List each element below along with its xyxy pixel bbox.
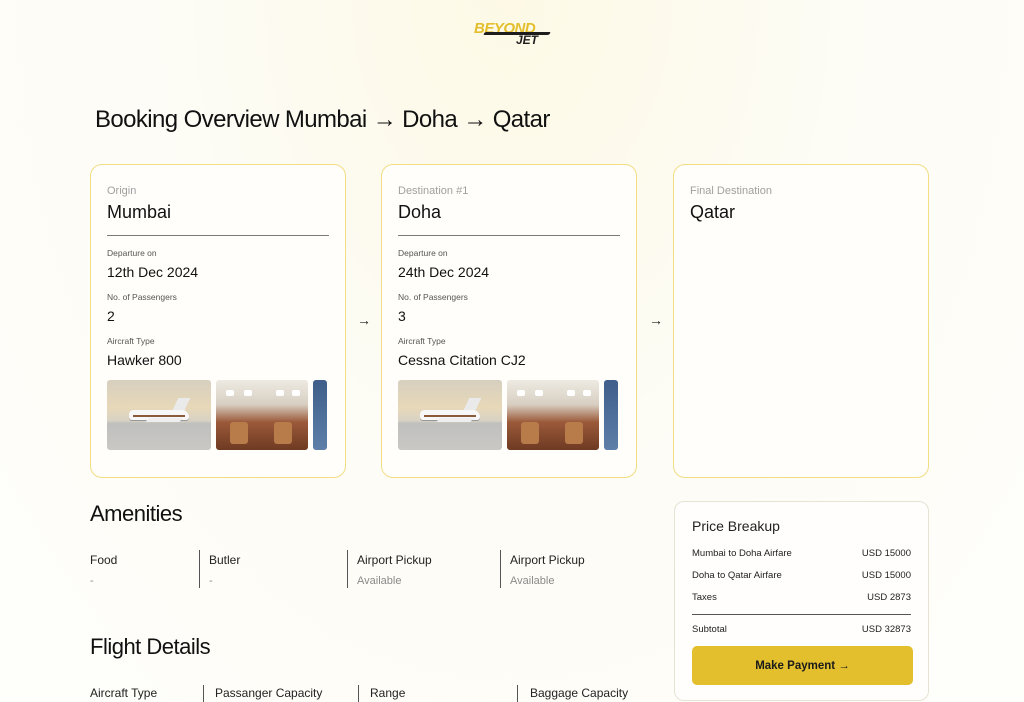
amenity-item: Butler - — [209, 550, 240, 590]
brand-line2: JET — [516, 33, 539, 47]
subtotal-row: Subtotal USD 32873 — [692, 614, 911, 635]
divider — [500, 550, 501, 588]
amenity-name: Airport Pickup — [510, 553, 585, 567]
aircraft-extra-image[interactable] — [604, 380, 618, 450]
aircraft-label: Aircraft Type — [107, 336, 155, 346]
amenity-value: Available — [357, 575, 402, 587]
passengers-count: 3 — [398, 308, 406, 324]
make-payment-button[interactable]: Make Payment → — [692, 646, 913, 685]
flight-detail-header: Aircraft Type — [90, 686, 158, 700]
arrow-right-icon: → — [649, 312, 663, 328]
aircraft-exterior-image[interactable] — [398, 380, 502, 450]
amenity-value: Available — [510, 575, 555, 587]
aircraft-extra-image[interactable] — [313, 380, 327, 450]
flight-detail-header: Range — [370, 686, 406, 700]
aircraft-label: Aircraft Type — [398, 336, 446, 346]
divider — [199, 550, 200, 588]
passengers-count: 2 — [107, 308, 115, 324]
leg-label: Destination #1 — [398, 185, 469, 197]
leg-city: Qatar — [690, 202, 736, 222]
leg-city: Doha — [398, 202, 620, 236]
page-title: Booking Overview Mumbai → Doha → Qatar — [95, 106, 550, 133]
departure-label: Departure on — [398, 248, 448, 258]
divider — [203, 685, 204, 702]
leg-city: Mumbai — [107, 202, 329, 236]
price-breakup-card: Price Breakup Mumbai to Doha Airfare USD… — [674, 501, 929, 701]
aircraft-cabin-image[interactable] — [507, 380, 599, 450]
amenity-name: Butler — [209, 553, 241, 567]
price-row-label: Mumbai to Doha Airfare — [692, 548, 792, 559]
passengers-label: No. of Passengers — [398, 292, 468, 302]
leg-label: Origin — [107, 185, 137, 197]
leg-card-destination-1: Destination #1 Doha Departure on 24th De… — [381, 164, 637, 478]
flight-detail-header: Baggage Capacity — [530, 686, 629, 700]
flight-details-title: Flight Details — [90, 634, 211, 659]
amenity-value: - — [209, 575, 213, 587]
brand-logo[interactable]: BEYOND JET — [470, 18, 554, 48]
amenity-item: Airport Pickup Available — [510, 550, 585, 590]
aircraft-gallery[interactable] — [107, 380, 329, 450]
aircraft-exterior-image[interactable] — [107, 380, 211, 450]
price-row-amount: USD 15000 — [861, 570, 911, 581]
subtotal-amount: USD 32873 — [861, 624, 911, 635]
departure-date: 12th Dec 2024 — [107, 264, 199, 280]
flight-detail-header: Passanger Capacity — [215, 686, 323, 700]
price-row: Doha to Qatar Airfare USD 15000 — [692, 570, 911, 581]
aircraft-type: Hawker 800 — [107, 352, 182, 368]
arrow-right-icon: → — [357, 312, 371, 328]
leg-card-origin: Origin Mumbai Departure on 12th Dec 2024… — [90, 164, 346, 478]
divider — [358, 685, 359, 702]
price-row-amount: USD 2873 — [867, 592, 911, 603]
price-row: Mumbai to Doha Airfare USD 15000 — [692, 548, 911, 559]
price-row-label: Doha to Qatar Airfare — [692, 570, 782, 581]
amenity-item: Airport Pickup Available — [357, 550, 432, 590]
amenity-value: - — [90, 575, 94, 587]
aircraft-type: Cessna Citation CJ2 — [398, 352, 526, 368]
amenities-title: Amenities — [90, 501, 183, 526]
amenity-name: Food — [90, 553, 118, 567]
passengers-label: No. of Passengers — [107, 292, 177, 302]
leg-card-final-destination: Final Destination Qatar — [673, 164, 929, 478]
aircraft-gallery[interactable] — [398, 380, 620, 450]
divider — [517, 685, 518, 702]
departure-date: 24th Dec 2024 — [398, 264, 490, 280]
price-row: Taxes USD 2873 — [692, 592, 911, 603]
price-row-amount: USD 15000 — [861, 548, 911, 559]
amenity-name: Airport Pickup — [357, 553, 432, 567]
departure-label: Departure on — [107, 248, 157, 258]
divider — [347, 550, 348, 588]
price-row-label: Taxes — [692, 592, 717, 603]
subtotal-label: Subtotal — [692, 624, 727, 635]
amenity-item: Food - — [90, 550, 117, 590]
aircraft-cabin-image[interactable] — [216, 380, 308, 450]
leg-label: Final Destination — [690, 185, 772, 197]
price-breakup-title: Price Breakup — [692, 518, 780, 534]
